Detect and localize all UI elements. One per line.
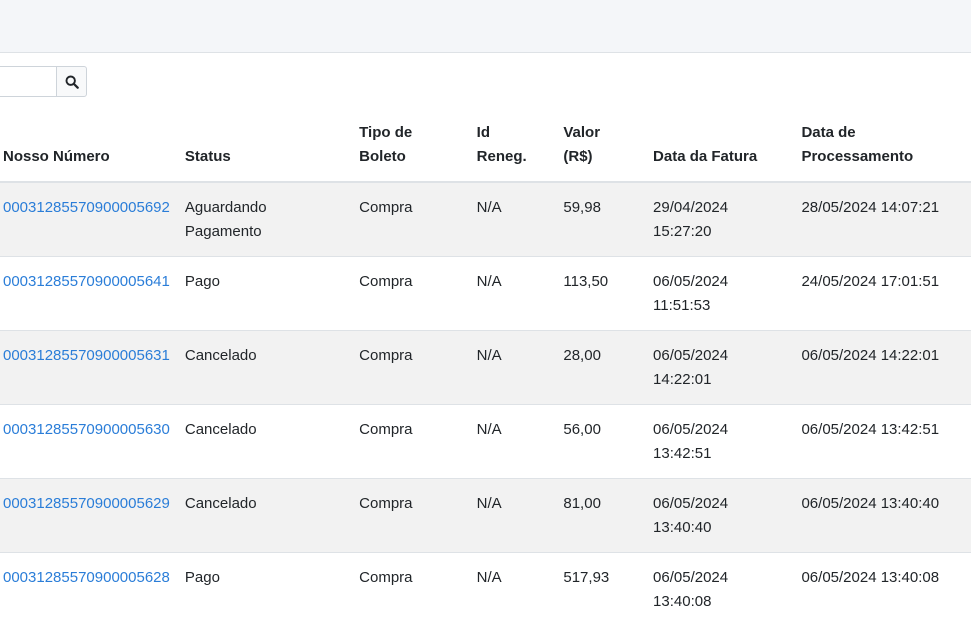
cell-id-reneg: N/A <box>477 479 564 553</box>
header-label: Reneg. <box>477 148 527 165</box>
cell-tipo: Compra <box>359 182 477 257</box>
fatura-date: 06/05/2024 <box>653 347 728 364</box>
cell-id-reneg: N/A <box>477 553 564 626</box>
status-text: Cancelado <box>185 495 257 512</box>
cell-status: Pago <box>185 553 359 626</box>
header-nosso-numero[interactable]: Nosso Número <box>0 110 185 182</box>
search-group <box>0 66 87 97</box>
table-row: 00031285570900005628 Pago Compra N/A 517… <box>0 553 971 626</box>
header-label: Boleto <box>359 148 406 165</box>
cell-id-reneg: N/A <box>477 405 564 479</box>
cell-status: Aguardando Pagamento <box>185 182 359 257</box>
fatura-time: 11:51:53 <box>653 297 710 314</box>
cell-valor: 28,00 <box>563 331 653 405</box>
fatura-date: 29/04/2024 <box>653 199 728 216</box>
header-status[interactable]: Status <box>185 110 359 182</box>
cell-data-fatura: 29/04/2024 15:27:20 <box>653 182 801 257</box>
cell-data-processamento: 24/05/2024 17:01:51 <box>801 257 971 331</box>
nosso-numero-link[interactable]: 00031285570900005629 <box>3 495 170 512</box>
cell-status: Pago <box>185 257 359 331</box>
status-text: Cancelado <box>185 421 257 438</box>
table-row: 00031285570900005630 Cancelado Compra N/… <box>0 405 971 479</box>
top-navbar <box>0 0 971 53</box>
cell-tipo: Compra <box>359 257 477 331</box>
cell-id-reneg: N/A <box>477 182 564 257</box>
cell-nosso-numero: 00031285570900005631 <box>0 331 185 405</box>
cell-nosso-numero: 00031285570900005628 <box>0 553 185 626</box>
cell-status: Cancelado <box>185 479 359 553</box>
header-label: Data da Fatura <box>653 148 757 165</box>
cell-valor: 81,00 <box>563 479 653 553</box>
fatura-date: 06/05/2024 <box>653 273 728 290</box>
cell-tipo: Compra <box>359 331 477 405</box>
cell-data-processamento: 06/05/2024 13:42:51 <box>801 405 971 479</box>
header-label: Id <box>477 124 490 141</box>
boletos-table: Nosso Número Status Tipo de Boleto Id Re… <box>0 110 971 626</box>
table-row: 00031285570900005629 Cancelado Compra N/… <box>0 479 971 553</box>
cell-valor: 56,00 <box>563 405 653 479</box>
header-data-processamento[interactable]: Data de Processamento <box>801 110 971 182</box>
nosso-numero-link[interactable]: 00031285570900005641 <box>3 273 170 290</box>
header-label: Data de <box>801 124 855 141</box>
nosso-numero-link[interactable]: 00031285570900005692 <box>3 199 170 216</box>
fatura-date: 06/05/2024 <box>653 421 728 438</box>
cell-status: Cancelado <box>185 405 359 479</box>
table-row: 00031285570900005692 Aguardando Pagamento… <box>0 182 971 257</box>
cell-data-fatura: 06/05/2024 13:42:51 <box>653 405 801 479</box>
cell-nosso-numero: 00031285570900005641 <box>0 257 185 331</box>
nosso-numero-link[interactable]: 00031285570900005628 <box>3 569 170 586</box>
search-input[interactable] <box>0 66 56 97</box>
status-text: Pago <box>185 273 220 290</box>
cell-nosso-numero: 00031285570900005630 <box>0 405 185 479</box>
header-label: Valor <box>563 124 600 141</box>
status-text: Aguardando <box>185 199 267 216</box>
status-text: Cancelado <box>185 347 257 364</box>
cell-data-processamento: 28/05/2024 14:07:21 <box>801 182 971 257</box>
cell-data-processamento: 06/05/2024 13:40:40 <box>801 479 971 553</box>
header-label: Status <box>185 148 231 165</box>
cell-valor: 113,50 <box>563 257 653 331</box>
fatura-time: 13:40:08 <box>653 593 711 610</box>
cell-data-processamento: 06/05/2024 14:22:01 <box>801 331 971 405</box>
search-icon <box>65 75 79 89</box>
status-text: Pago <box>185 569 220 586</box>
cell-tipo: Compra <box>359 405 477 479</box>
cell-data-processamento: 06/05/2024 13:40:08 <box>801 553 971 626</box>
cell-tipo: Compra <box>359 553 477 626</box>
header-label: Processamento <box>801 148 913 165</box>
header-valor[interactable]: Valor (R$) <box>563 110 653 182</box>
cell-data-fatura: 06/05/2024 13:40:40 <box>653 479 801 553</box>
cell-data-fatura: 06/05/2024 13:40:08 <box>653 553 801 626</box>
cell-id-reneg: N/A <box>477 331 564 405</box>
table-row: 00031285570900005631 Cancelado Compra N/… <box>0 331 971 405</box>
cell-nosso-numero: 00031285570900005629 <box>0 479 185 553</box>
header-label: Tipo de <box>359 124 412 141</box>
header-label: (R$) <box>563 148 592 165</box>
status-text: Pagamento <box>185 223 262 240</box>
cell-status: Cancelado <box>185 331 359 405</box>
fatura-time: 15:27:20 <box>653 223 711 240</box>
fatura-date: 06/05/2024 <box>653 495 728 512</box>
nosso-numero-link[interactable]: 00031285570900005631 <box>3 347 170 364</box>
table-header-row: Nosso Número Status Tipo de Boleto Id Re… <box>0 110 971 182</box>
fatura-time: 13:42:51 <box>653 445 711 462</box>
fatura-time: 13:40:40 <box>653 519 711 536</box>
cell-tipo: Compra <box>359 479 477 553</box>
header-id-reneg[interactable]: Id Reneg. <box>477 110 564 182</box>
cell-nosso-numero: 00031285570900005692 <box>0 182 185 257</box>
fatura-date: 06/05/2024 <box>653 569 728 586</box>
cell-valor: 59,98 <box>563 182 653 257</box>
header-label: Nosso Número <box>3 148 110 165</box>
cell-valor: 517,93 <box>563 553 653 626</box>
cell-data-fatura: 06/05/2024 11:51:53 <box>653 257 801 331</box>
cell-data-fatura: 06/05/2024 14:22:01 <box>653 331 801 405</box>
nosso-numero-link[interactable]: 00031285570900005630 <box>3 421 170 438</box>
table-row: 00031285570900005641 Pago Compra N/A 113… <box>0 257 971 331</box>
header-tipo-boleto[interactable]: Tipo de Boleto <box>359 110 477 182</box>
cell-id-reneg: N/A <box>477 257 564 331</box>
search-button[interactable] <box>56 66 87 97</box>
fatura-time: 14:22:01 <box>653 371 711 388</box>
header-data-fatura[interactable]: Data da Fatura <box>653 110 801 182</box>
